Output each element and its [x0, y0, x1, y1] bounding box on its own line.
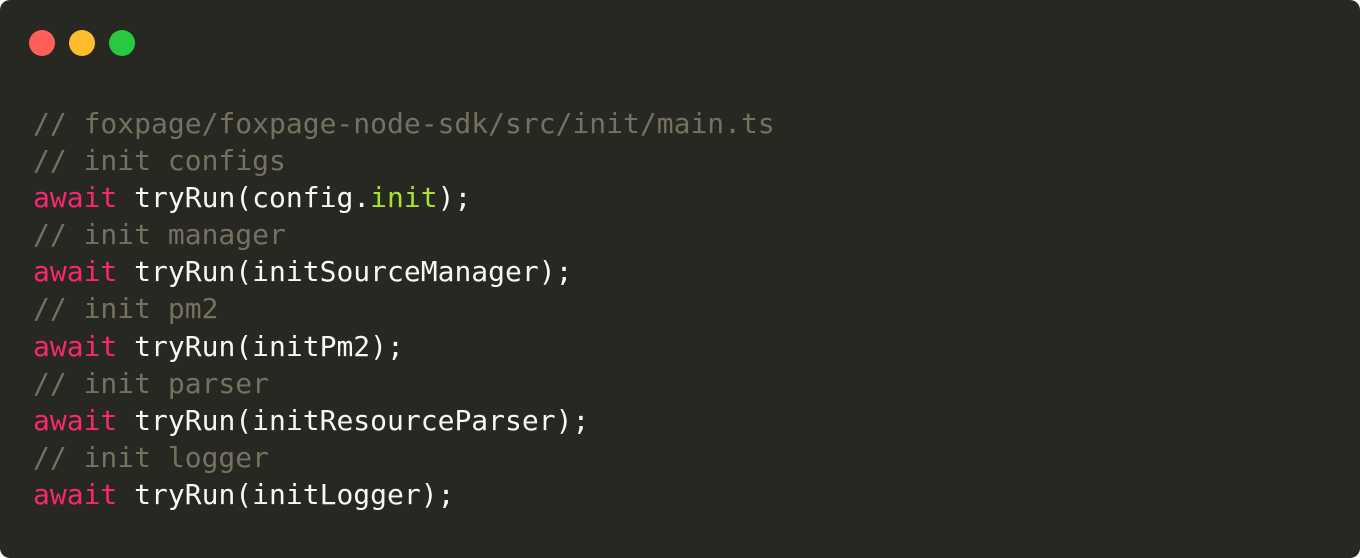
code-line-6: // init pm2: [33, 290, 775, 327]
code-keyword: await: [33, 181, 118, 215]
code-line-1: // foxpage/foxpage-node-sdk/src/init/mai…: [33, 105, 775, 142]
code-line-4: // init manager: [33, 216, 775, 253]
code-line-2: // init configs: [33, 142, 775, 179]
code-text: tryRun(initResourceParser);: [117, 403, 590, 437]
code-comment: // init manager: [33, 218, 286, 252]
maximize-button[interactable]: [109, 30, 135, 56]
code-block: // foxpage/foxpage-node-sdk/src/init/mai…: [33, 105, 775, 513]
code-comment: // foxpage/foxpage-node-sdk/src/init/mai…: [33, 107, 775, 140]
code-line-11: await tryRun(initLogger);: [33, 476, 775, 513]
code-line-8: // init parser: [33, 365, 775, 402]
code-property: init: [370, 181, 438, 215]
code-text: tryRun(config.: [117, 181, 371, 215]
code-line-10: // init logger: [33, 439, 775, 476]
code-text: tryRun(initSourceManager);: [117, 255, 573, 289]
code-line-9: await tryRun(initResourceParser);: [33, 402, 775, 439]
code-text: tryRun(initPm2);: [117, 329, 404, 363]
window-controls: [29, 30, 135, 56]
code-keyword: await: [33, 329, 118, 363]
code-text: tryRun(initLogger);: [117, 477, 455, 511]
code-comment: // init configs: [33, 144, 286, 178]
code-line-3: await tryRun(config.init);: [33, 179, 775, 216]
code-keyword: await: [33, 477, 118, 511]
code-text: );: [437, 181, 472, 215]
code-comment: // init pm2: [33, 292, 219, 326]
code-keyword: await: [33, 255, 118, 289]
code-line-7: await tryRun(initPm2);: [33, 328, 775, 365]
minimize-button[interactable]: [69, 30, 95, 56]
code-line-5: await tryRun(initSourceManager);: [33, 253, 775, 290]
code-comment: // init logger: [33, 440, 270, 474]
close-button[interactable]: [29, 30, 55, 56]
code-keyword: await: [33, 403, 118, 437]
code-window: // foxpage/foxpage-node-sdk/src/init/mai…: [0, 0, 1360, 558]
code-comment: // init parser: [33, 366, 270, 400]
